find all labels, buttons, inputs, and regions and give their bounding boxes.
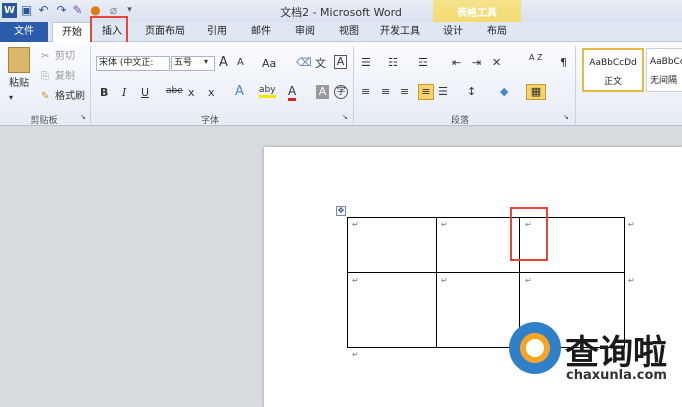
- decrease-indent-icon[interactable]: ⇤: [452, 56, 461, 69]
- clipboard-group-label: 剪贴板: [30, 116, 58, 126]
- bold-button[interactable]: B: [100, 86, 108, 99]
- phonetic-guide-button[interactable]: 文: [315, 55, 326, 71]
- table-border: [347, 217, 625, 218]
- highlight-button[interactable]: aby: [259, 85, 276, 98]
- separator: [353, 46, 354, 124]
- shrink-font-button[interactable]: A: [237, 57, 244, 68]
- tab-review[interactable]: 审阅: [287, 22, 323, 42]
- clipboard-launcher-icon[interactable]: ↘: [80, 113, 86, 121]
- font-size-combo[interactable]: 五号: [171, 56, 215, 71]
- watermark-text: 查询啦: [565, 333, 667, 373]
- cell-end-mark: ↵: [525, 276, 532, 285]
- distributed-icon[interactable]: ☰: [438, 85, 448, 98]
- font-group-label: 字体: [200, 116, 219, 126]
- style-name: 正文: [603, 77, 622, 87]
- justify-icon[interactable]: ≡: [418, 84, 434, 100]
- italic-button[interactable]: I: [122, 86, 126, 99]
- paste-button[interactable]: 粘贴: [9, 78, 29, 90]
- tab-page-layout[interactable]: 页面布局: [139, 22, 191, 42]
- table-move-handle-icon[interactable]: ✥: [336, 206, 346, 216]
- tab-home[interactable]: 开始: [52, 22, 92, 42]
- copy-button[interactable]: 复制: [55, 71, 75, 83]
- cell-end-mark: ↵: [441, 220, 448, 229]
- context-group-label: 表格工具: [457, 8, 497, 19]
- style-preview: AaBbCcDd: [589, 58, 637, 68]
- table-border: [347, 217, 348, 348]
- paragraph-launcher-icon[interactable]: ↘: [563, 113, 569, 121]
- line-spacing-icon[interactable]: ↕: [467, 85, 476, 98]
- change-case-button[interactable]: Aa: [262, 57, 276, 70]
- font-color-button[interactable]: A: [288, 84, 297, 101]
- table-border: [347, 272, 625, 273]
- style-name: 无间隔: [650, 76, 678, 86]
- multilevel-list-icon[interactable]: ☲: [418, 56, 428, 69]
- row-end-mark: ↵: [628, 220, 635, 229]
- cell-end-mark: ↵: [352, 276, 359, 285]
- paragraph-mark: ↵: [352, 350, 359, 359]
- borders-icon[interactable]: ▦: [526, 84, 546, 100]
- text-effect-button[interactable]: A: [235, 84, 244, 99]
- table-border: [436, 217, 437, 348]
- cut-button[interactable]: 剪切: [55, 51, 75, 63]
- style-no-spacing[interactable]: AaBbCc 无间隔: [646, 48, 682, 92]
- asian-layout-icon[interactable]: ✕: [492, 56, 501, 69]
- bullets-icon[interactable]: ☰: [361, 56, 371, 69]
- tab-mailings[interactable]: 邮件: [243, 22, 279, 42]
- tab-view[interactable]: 视图: [331, 22, 367, 42]
- align-right-icon[interactable]: ≡: [400, 85, 409, 98]
- separator: [575, 46, 576, 124]
- superscript-button[interactable]: x: [208, 86, 215, 99]
- tab-developer[interactable]: 开发工具: [373, 22, 427, 42]
- row-end-mark: ↵: [628, 276, 635, 285]
- paste-dropdown-icon[interactable]: ▾: [9, 93, 13, 102]
- paragraph-group-label: 段落: [450, 116, 469, 126]
- paste-icon[interactable]: [8, 47, 30, 73]
- format-painter-button[interactable]: 格式刷: [55, 91, 85, 103]
- grow-font-button[interactable]: A: [219, 55, 228, 70]
- subscript-button[interactable]: x: [188, 86, 195, 99]
- watermark-url: chaxunla.com: [566, 368, 667, 383]
- char-shading-button[interactable]: A: [316, 85, 329, 99]
- separator: [90, 46, 91, 124]
- style-preview: AaBbCc: [650, 57, 682, 67]
- char-border-button[interactable]: A: [334, 55, 347, 69]
- show-marks-icon[interactable]: ¶: [560, 56, 567, 69]
- cell-highlight: [510, 207, 548, 261]
- cell-end-mark: ↵: [441, 276, 448, 285]
- tab-design[interactable]: 设计: [435, 22, 471, 42]
- tab-references[interactable]: 引用: [199, 22, 235, 42]
- increase-indent-icon[interactable]: ⇥: [472, 56, 481, 69]
- copy-icon[interactable]: ⎘: [41, 71, 49, 83]
- strikethrough-button[interactable]: abe: [166, 86, 183, 96]
- numbering-icon[interactable]: ☷: [388, 56, 398, 69]
- tab-file[interactable]: 文件: [0, 22, 48, 42]
- format-painter-brush-icon[interactable]: ✎: [41, 91, 49, 103]
- sort-button[interactable]: A Z: [529, 54, 543, 62]
- enclose-chars-button[interactable]: 字: [334, 85, 348, 99]
- cell-end-mark: ↵: [352, 220, 359, 229]
- tab-layout[interactable]: 布局: [479, 22, 515, 42]
- align-center-icon[interactable]: ≡: [381, 85, 390, 98]
- underline-button[interactable]: U: [141, 86, 149, 99]
- style-normal[interactable]: AaBbCcDd 正文: [582, 48, 644, 92]
- cut-icon[interactable]: ✂: [41, 51, 49, 63]
- font-name-combo[interactable]: 宋体 (中文正:: [96, 56, 170, 71]
- shading-icon[interactable]: ◆: [500, 85, 508, 98]
- align-left-icon[interactable]: ≡: [361, 85, 370, 98]
- clear-format-icon[interactable]: ⌫: [296, 56, 312, 69]
- watermark-logo-q: [520, 333, 550, 363]
- font-launcher-icon[interactable]: ↘: [342, 113, 348, 121]
- font-size-dropdown-icon[interactable]: ▾: [204, 57, 208, 66]
